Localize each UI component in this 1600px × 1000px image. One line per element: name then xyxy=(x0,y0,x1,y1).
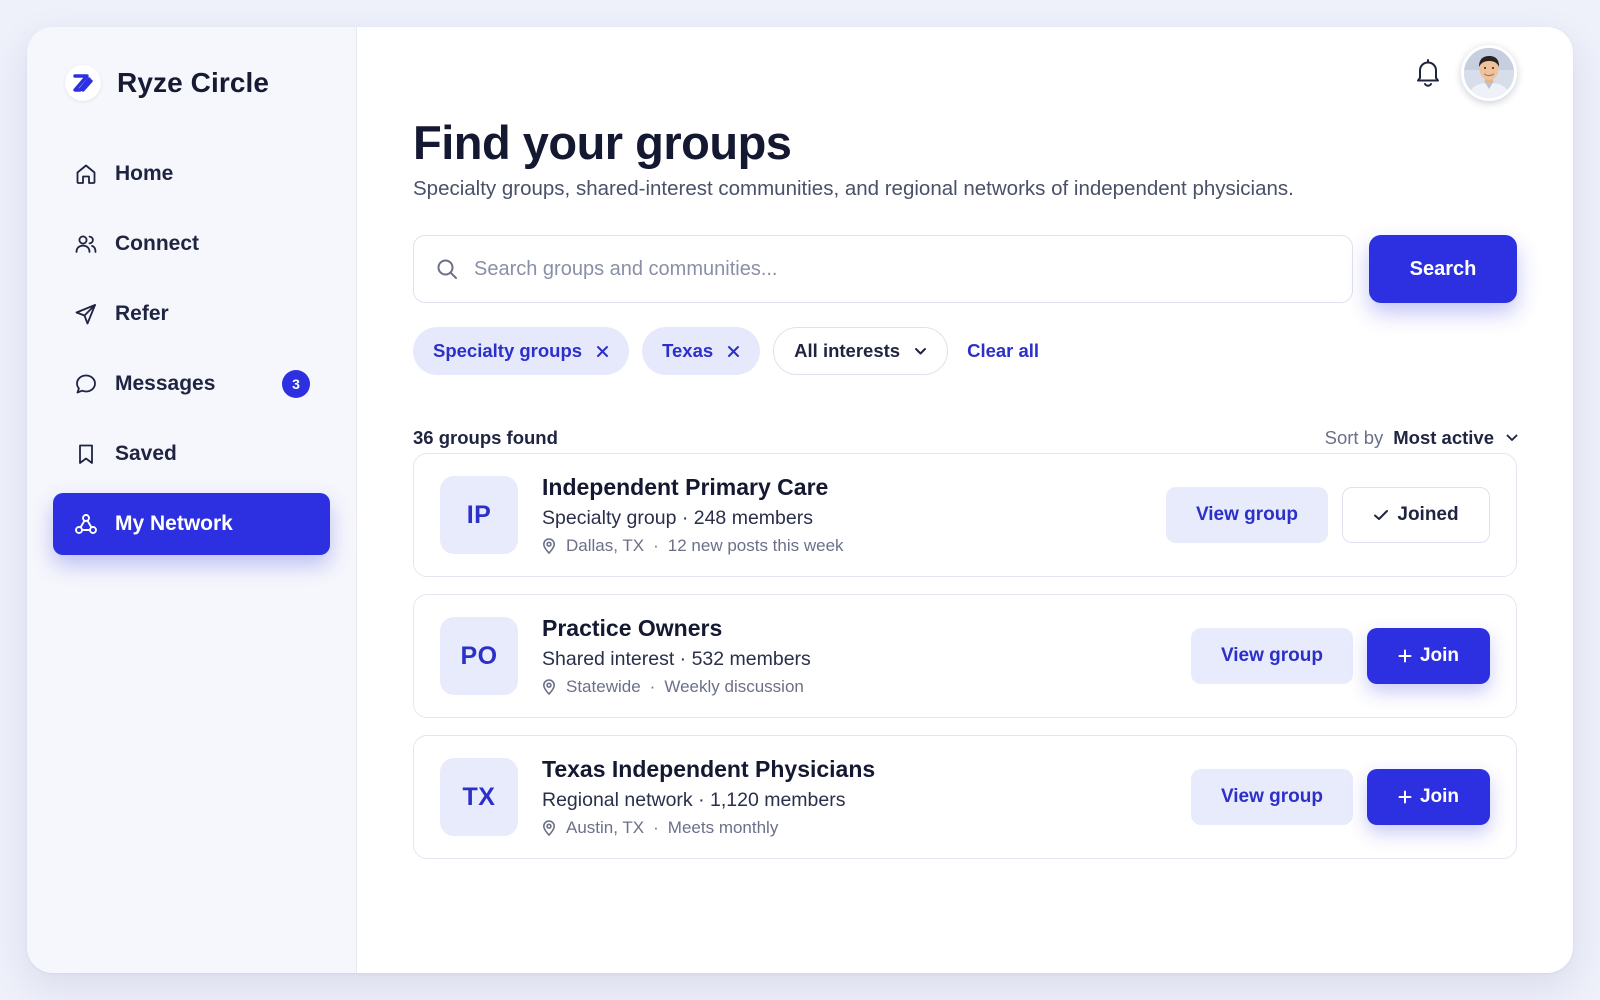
search-input[interactable] xyxy=(474,257,1294,281)
sidebar-nav: Home Connect Refer Messages 3 Saved My N… xyxy=(53,143,330,563)
card-actions: View group Join xyxy=(1190,628,1490,684)
location-pin-icon xyxy=(542,679,556,695)
sidebar: Ryze Circle Home Connect Refer Messages … xyxy=(27,27,357,973)
sort-value[interactable]: Most active xyxy=(1393,427,1494,449)
remove-filter-icon[interactable] xyxy=(596,345,609,358)
search-button[interactable]: Search xyxy=(1369,235,1517,303)
group-location: Statewide xyxy=(566,677,641,696)
filter-chip-texas[interactable]: Texas xyxy=(642,327,761,375)
group-name[interactable]: Practice Owners xyxy=(542,615,722,642)
results-count: 36 groups found xyxy=(413,427,558,448)
sidebar-item-label: Connect xyxy=(115,232,199,255)
send-icon xyxy=(73,301,99,327)
interests-dropdown[interactable]: All interests xyxy=(773,327,949,375)
plus-icon xyxy=(1398,649,1412,663)
user-avatar[interactable] xyxy=(1461,45,1517,101)
group-subtitle: Shared interest · 532 members xyxy=(542,648,811,670)
meta-separator: · xyxy=(653,536,659,555)
group-initials-avatar: IP xyxy=(440,476,518,554)
notifications-button[interactable] xyxy=(1410,55,1446,91)
sidebar-item-saved[interactable]: Saved xyxy=(53,423,330,485)
group-subtitle: Regional network · 1,120 members xyxy=(542,789,846,811)
sidebar-item-connect[interactable]: Connect xyxy=(53,213,330,275)
group-activity: Weekly discussion xyxy=(664,677,804,696)
main-content: Find your groups Specialty groups, share… xyxy=(357,27,1573,973)
sidebar-item-my-network[interactable]: My Network xyxy=(53,493,330,555)
network-icon xyxy=(73,511,99,537)
group-card[interactable]: IP Independent Primary Care Specialty gr… xyxy=(413,453,1517,577)
join-button[interactable]: Join xyxy=(1367,769,1490,825)
group-card[interactable]: TX Texas Independent Physicians Regional… xyxy=(413,735,1517,859)
group-location: Dallas, TX xyxy=(566,536,645,555)
join-button[interactable]: Join xyxy=(1367,628,1490,684)
join-label: Join xyxy=(1419,786,1460,807)
group-subtitle: Specialty group · 248 members xyxy=(542,507,813,529)
group-initials-avatar: TX xyxy=(440,758,518,836)
location-pin-icon xyxy=(542,538,556,554)
users-icon xyxy=(73,231,99,257)
card-actions: View group Join xyxy=(1190,769,1490,825)
page-title: Find your groups xyxy=(413,116,792,169)
joined-label: Joined xyxy=(1397,504,1459,525)
remove-filter-icon[interactable] xyxy=(727,345,740,358)
brand-name: Ryze Circle xyxy=(117,67,270,98)
message-icon xyxy=(73,371,99,397)
bell-icon xyxy=(1414,58,1442,88)
view-group-button[interactable]: View group xyxy=(1190,769,1353,825)
search-field[interactable] xyxy=(413,235,1353,303)
chip-label: Specialty groups xyxy=(433,340,583,361)
group-activity: Meets monthly xyxy=(667,818,779,837)
group-meta: Dallas, TX · 12 new posts this week xyxy=(542,536,844,556)
group-name[interactable]: Independent Primary Care xyxy=(542,474,828,501)
group-name[interactable]: Texas Independent Physicians xyxy=(542,756,875,783)
group-card[interactable]: PO Practice Owners Shared interest · 532… xyxy=(413,594,1517,718)
joined-button[interactable]: Joined xyxy=(1342,487,1490,543)
unread-badge: 3 xyxy=(282,370,310,398)
ryze-logo-icon xyxy=(65,65,101,101)
sidebar-item-label: Messages xyxy=(115,372,216,395)
sort-label: Sort by xyxy=(1324,427,1384,448)
group-location: Austin, TX xyxy=(566,818,645,837)
sidebar-item-refer[interactable]: Refer xyxy=(53,283,330,345)
meta-separator: · xyxy=(653,818,659,837)
meta-separator: · xyxy=(649,677,656,696)
group-list: IP Independent Primary Care Specialty gr… xyxy=(413,453,1517,876)
clear-all-link[interactable]: Clear all xyxy=(967,340,1039,362)
dropdown-label: All interests xyxy=(794,340,901,361)
search-icon xyxy=(436,258,458,280)
sidebar-item-label: My Network xyxy=(115,512,233,535)
chevron-down-icon[interactable] xyxy=(1506,434,1518,442)
sidebar-item-home[interactable]: Home xyxy=(53,143,330,205)
sidebar-item-label: Home xyxy=(115,162,174,185)
card-actions: View group Joined xyxy=(1165,487,1490,543)
plus-icon xyxy=(1398,790,1412,804)
brand[interactable]: Ryze Circle xyxy=(65,65,269,101)
chip-label: Texas xyxy=(662,340,714,361)
app-window: Ryze Circle Home Connect Refer Messages … xyxy=(27,27,1573,973)
sidebar-item-messages[interactable]: Messages 3 xyxy=(53,353,330,415)
join-label: Join xyxy=(1419,645,1460,666)
page-subtitle: Specialty groups, shared-interest commun… xyxy=(413,177,1294,200)
sort-control[interactable]: Sort by Most active xyxy=(1325,427,1518,449)
view-group-button[interactable]: View group xyxy=(1165,487,1328,543)
chevron-down-icon xyxy=(914,347,927,356)
bookmark-icon xyxy=(73,441,99,467)
location-pin-icon xyxy=(542,820,556,836)
group-meta: Statewide · Weekly discussion xyxy=(542,677,804,697)
view-group-button[interactable]: View group xyxy=(1190,628,1353,684)
avatar-portrait-icon xyxy=(1464,48,1514,98)
group-meta: Austin, TX · Meets monthly xyxy=(542,818,778,838)
group-activity: 12 new posts this week xyxy=(667,536,844,555)
sidebar-item-label: Refer xyxy=(115,302,169,325)
home-icon xyxy=(73,161,99,187)
filter-bar: Specialty groups Texas All interests Cle… xyxy=(413,327,1039,375)
group-initials-avatar: PO xyxy=(440,617,518,695)
filter-chip-specialty-groups[interactable]: Specialty groups xyxy=(413,327,630,375)
check-icon xyxy=(1373,509,1389,521)
sidebar-item-label: Saved xyxy=(115,442,177,465)
